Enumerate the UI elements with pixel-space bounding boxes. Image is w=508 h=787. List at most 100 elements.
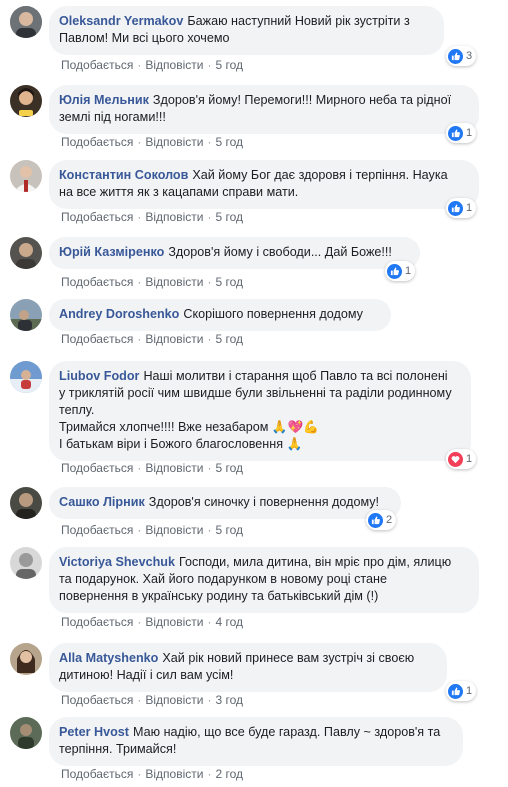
reaction-badge[interactable]: 2	[366, 510, 397, 530]
comment-time[interactable]: 5 год	[215, 135, 243, 149]
reaction-badge[interactable]: 1	[446, 123, 477, 143]
like-link[interactable]: Подобається	[61, 275, 133, 289]
comment-bubble: Константин Соколов Хай йому Бог дає здоро…	[49, 160, 479, 209]
separator-dot: ·	[137, 767, 142, 781]
separator-dot: ·	[137, 523, 142, 537]
comment-actions: Подобається · Відповісти · 2 год	[61, 767, 243, 781]
reaction-count: 1	[466, 127, 473, 139]
reply-link[interactable]: Відповісти	[145, 693, 203, 707]
reply-link[interactable]: Відповісти	[145, 767, 203, 781]
comment-author[interactable]: Юлія Мельник	[59, 93, 149, 107]
comment-time[interactable]: 5 год	[215, 523, 243, 537]
comment-actions: Подобається · Відповісти · 5 год	[61, 523, 243, 537]
comment-time[interactable]: 5 год	[215, 210, 243, 224]
avatar[interactable]	[10, 547, 42, 579]
avatar[interactable]	[10, 6, 42, 38]
comment-actions: Подобається · Відповісти · 5 год	[61, 332, 243, 346]
comment-author[interactable]: Peter Hvost	[59, 725, 129, 739]
comment-author[interactable]: Константин Соколов	[59, 168, 188, 182]
comment-bubble: Liubov Fodor Наші молитви і старання щоб …	[49, 361, 471, 461]
avatar[interactable]	[10, 487, 42, 519]
like-link[interactable]: Подобається	[61, 58, 133, 72]
reply-link[interactable]: Відповісти	[145, 275, 203, 289]
like-icon	[387, 263, 402, 279]
comment-time[interactable]: 5 год	[215, 275, 243, 289]
comment-bubble: Peter Hvost Маю надію, що все буде гаразд…	[49, 717, 463, 766]
comment-author[interactable]: Сашко Лірник	[59, 495, 145, 509]
like-link[interactable]: Подобається	[61, 135, 133, 149]
like-link[interactable]: Подобається	[61, 767, 133, 781]
reaction-count: 1	[466, 453, 473, 465]
separator-dot: ·	[207, 767, 212, 781]
reaction-badge[interactable]: 1	[446, 198, 477, 218]
separator-dot: ·	[207, 332, 212, 346]
comment-actions: Подобається · Відповісти · 4 год	[61, 615, 243, 629]
like-link[interactable]: Подобається	[61, 461, 133, 475]
reply-link[interactable]: Відповісти	[145, 58, 203, 72]
like-link[interactable]: Подобається	[61, 523, 133, 537]
comment-actions: Подобається · Відповісти · 5 год	[61, 58, 243, 72]
comment-bubble: Alla Matyshenko Хай рік новий принесе вам…	[49, 643, 447, 692]
separator-dot: ·	[137, 615, 142, 629]
reaction-badge[interactable]: 3	[446, 46, 477, 66]
reaction-count: 3	[466, 50, 473, 62]
reaction-count: 2	[386, 514, 393, 526]
like-icon	[448, 48, 463, 64]
comment-time[interactable]: 3 год	[215, 693, 243, 707]
like-link[interactable]: Подобається	[61, 210, 133, 224]
reaction-count: 1	[405, 265, 412, 277]
comment-time[interactable]: 5 год	[215, 461, 243, 475]
like-icon	[448, 125, 463, 141]
separator-dot: ·	[207, 523, 212, 537]
reply-link[interactable]: Відповісти	[145, 135, 203, 149]
comment-author[interactable]: Oleksandr Yermakov	[59, 14, 183, 28]
separator-dot: ·	[207, 461, 212, 475]
reaction-badge[interactable]: 1	[446, 449, 477, 469]
separator-dot: ·	[207, 693, 212, 707]
comment-text: Здоров'я синочку і повернення додому!	[148, 495, 380, 509]
avatar[interactable]	[10, 299, 42, 331]
separator-dot: ·	[137, 693, 142, 707]
reaction-badge[interactable]: 1	[446, 681, 477, 701]
reply-link[interactable]: Відповісти	[145, 210, 203, 224]
separator-dot: ·	[207, 275, 212, 289]
comment-author[interactable]: Liubov Fodor	[59, 369, 139, 383]
avatar[interactable]	[10, 643, 42, 675]
love-icon	[448, 451, 463, 467]
avatar[interactable]	[10, 237, 42, 269]
comment-bubble: Юлія Мельник Здоров'я йому! Перемоги!!! М…	[49, 85, 479, 134]
comment-time[interactable]: 4 год	[215, 615, 243, 629]
reaction-badge[interactable]: 1	[385, 261, 416, 281]
comment-time[interactable]: 5 год	[215, 58, 243, 72]
like-link[interactable]: Подобається	[61, 693, 133, 707]
reply-link[interactable]: Відповісти	[145, 523, 203, 537]
separator-dot: ·	[137, 275, 142, 289]
reply-link[interactable]: Відповісти	[145, 332, 203, 346]
comment-time[interactable]: 5 год	[215, 332, 243, 346]
reply-link[interactable]: Відповісти	[145, 615, 203, 629]
separator-dot: ·	[207, 615, 212, 629]
comment-author[interactable]: Alla Matyshenko	[59, 651, 158, 665]
reply-link[interactable]: Відповісти	[145, 461, 203, 475]
avatar[interactable]	[10, 160, 42, 192]
comment-bubble: Victoriya Shevchuk Господи, мила дитина, …	[49, 547, 479, 613]
avatar[interactable]	[10, 361, 42, 393]
comment-author[interactable]: Andrey Doroshenko	[59, 307, 179, 321]
like-icon	[368, 512, 383, 528]
comment-actions: Подобається · Відповісти · 5 год	[61, 461, 243, 475]
avatar[interactable]	[10, 85, 42, 117]
reaction-count: 1	[466, 685, 473, 697]
comment-bubble: Сашко Лірник Здоров'я синочку і поверненн…	[49, 487, 401, 519]
comment-bubble: Andrey Doroshenko Скорішого повернення до…	[49, 299, 391, 331]
comment-text: Скорішого повернення додому	[183, 307, 363, 321]
comment-actions: Подобається · Відповісти · 5 год	[61, 210, 243, 224]
avatar[interactable]	[10, 717, 42, 749]
comment-author[interactable]: Victoriya Shevchuk	[59, 555, 175, 569]
separator-dot: ·	[207, 58, 212, 72]
comment-actions: Подобається · Відповісти · 3 год	[61, 693, 243, 707]
comment-author[interactable]: Юрій Казміренко	[59, 245, 164, 259]
like-icon	[448, 683, 463, 699]
comment-time[interactable]: 2 год	[215, 767, 243, 781]
like-link[interactable]: Подобається	[61, 332, 133, 346]
like-link[interactable]: Подобається	[61, 615, 133, 629]
